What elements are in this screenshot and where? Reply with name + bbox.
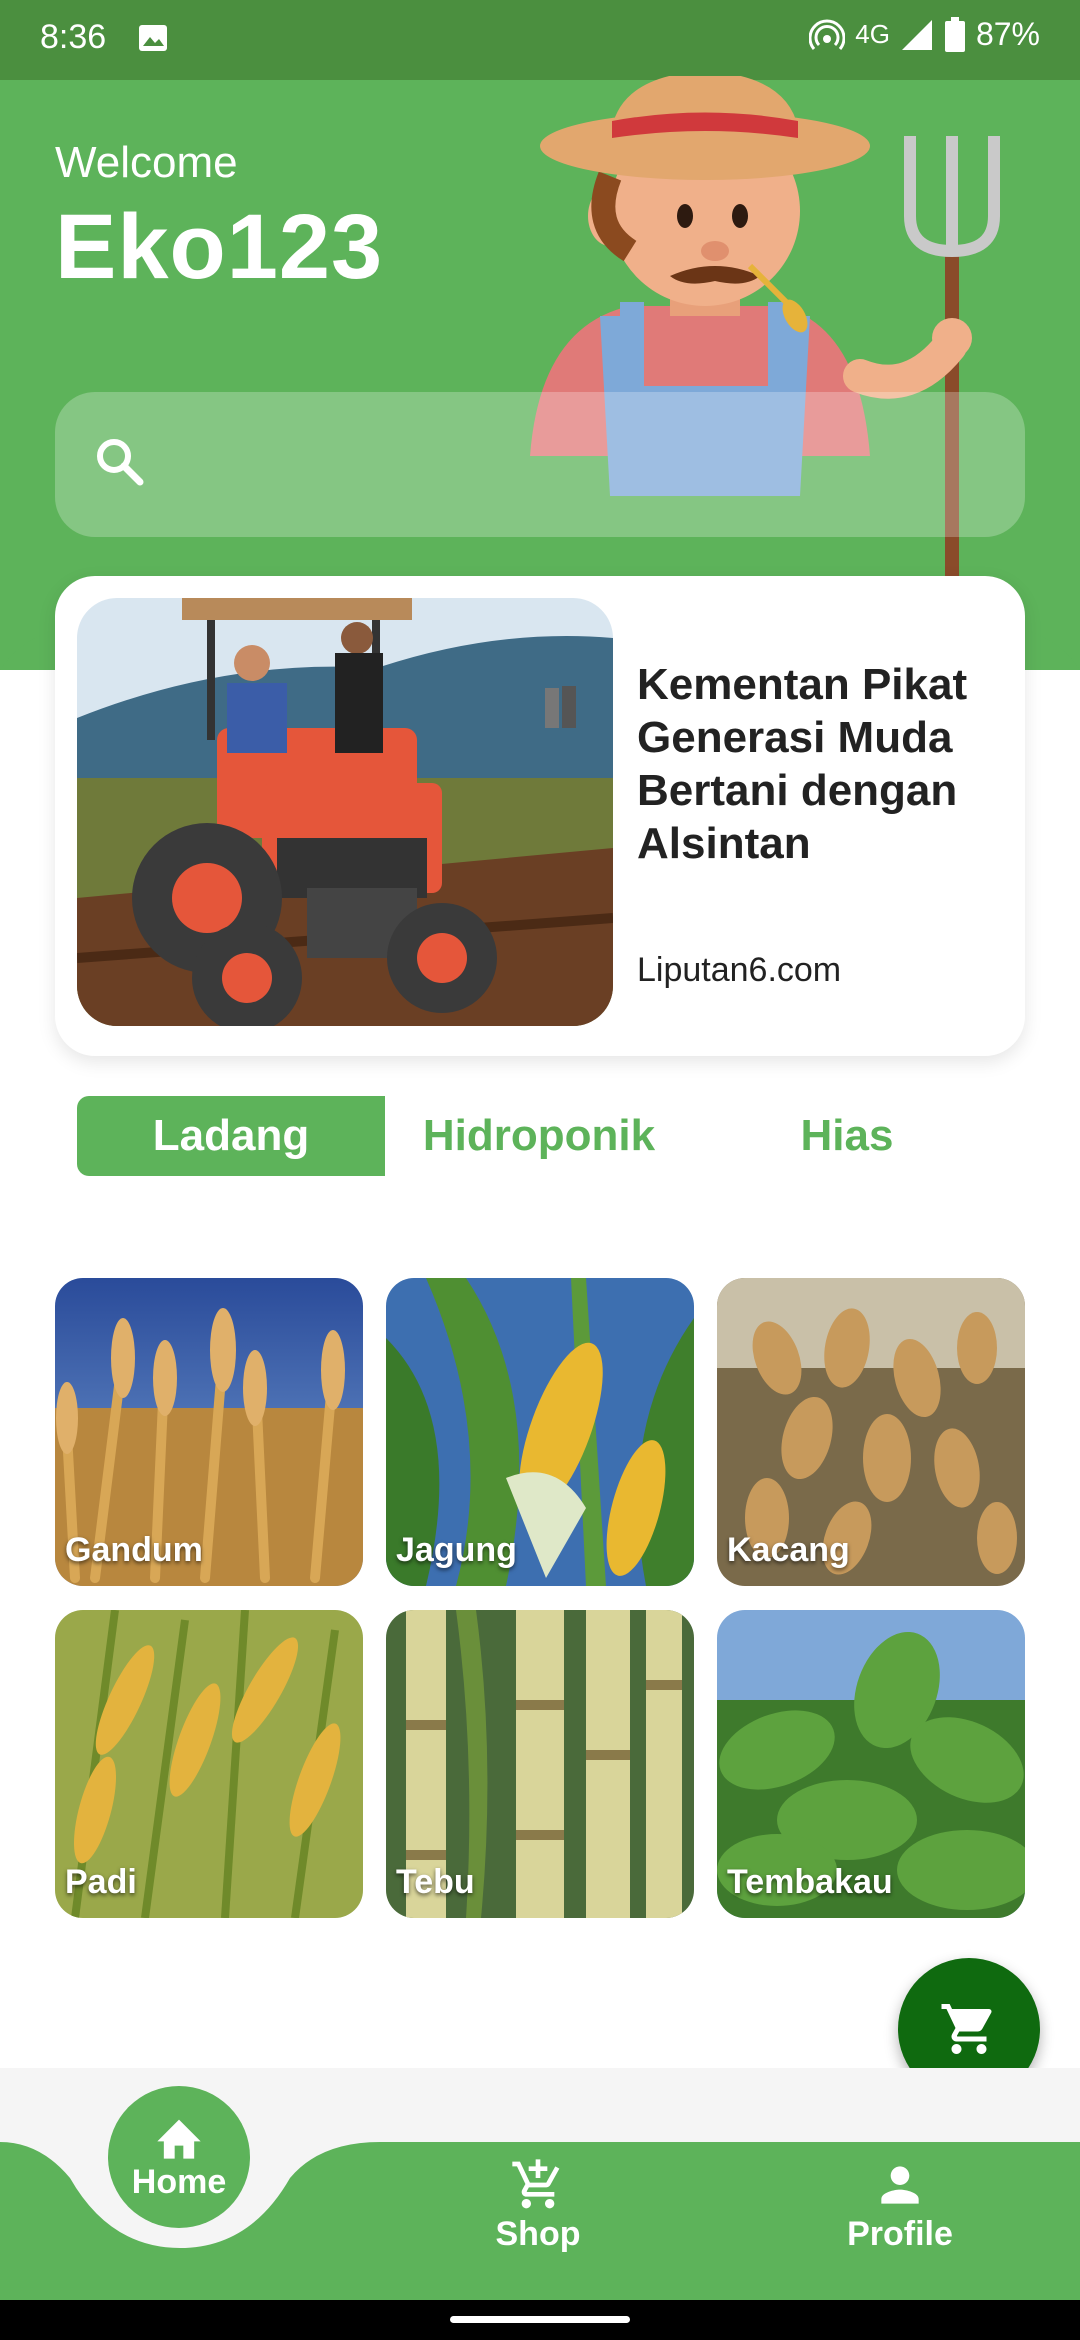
news-source: Liputan6.com [637, 951, 842, 989]
status-icons: 4G 87% [809, 16, 1040, 53]
status-bar: 8:36 4G 87% [0, 0, 1080, 80]
home-icon [157, 2119, 201, 2159]
tab-ladang[interactable]: Ladang [77, 1096, 385, 1176]
crop-card-jagung[interactable]: Jagung [386, 1278, 694, 1586]
nav-shop-label: Shop [495, 2214, 581, 2253]
search-input[interactable] [165, 392, 995, 537]
crop-label: Gandum [65, 1531, 203, 1569]
nav-profile[interactable]: Profile [800, 2150, 1000, 2260]
person-icon [881, 2165, 919, 2204]
crop-label: Padi [65, 1863, 137, 1901]
crop-label: Tebu [396, 1863, 475, 1901]
nav-shop[interactable]: Shop [438, 2150, 638, 2260]
battery-icon [944, 16, 965, 52]
tab-hidroponik[interactable]: Hidroponik [385, 1096, 693, 1176]
news-card[interactable]: Kementan Pikat Generasi Muda Bertani den… [55, 576, 1025, 1056]
crop-card-gandum[interactable]: Gandum [55, 1278, 363, 1586]
crop-card-padi[interactable]: Padi [55, 1610, 363, 1918]
search-icon [97, 439, 144, 486]
news-image [77, 598, 613, 1026]
crop-card-tebu[interactable]: Tebu [386, 1610, 694, 1918]
status-time: 8:36 [40, 18, 107, 56]
crop-card-tembakau[interactable]: Tembakau [717, 1610, 1025, 1918]
signal-icon [901, 19, 932, 50]
search-bar[interactable] [55, 392, 1025, 537]
username: Eko123 [55, 196, 384, 298]
battery-percent: 87% [975, 16, 1040, 52]
welcome-label: Welcome [55, 138, 238, 187]
crop-label: Kacang [727, 1531, 850, 1569]
image-notification-icon [139, 25, 167, 51]
hotspot-icon [809, 19, 846, 50]
cart-add-icon [512, 2158, 560, 2208]
tab-hias[interactable]: Hias [693, 1096, 1001, 1176]
crop-label: Jagung [396, 1531, 517, 1569]
gesture-handle[interactable] [450, 2316, 630, 2323]
crop-label: Tembakau [727, 1863, 893, 1901]
cart-icon [941, 2004, 992, 2054]
category-tabs: Ladang Hidroponik Hias [77, 1096, 1007, 1176]
news-title: Kementan Pikat Generasi Muda Bertani den… [637, 660, 968, 868]
nav-home[interactable]: Home [108, 2086, 250, 2228]
nav-home-label: Home [131, 2162, 227, 2201]
network-type: 4G [855, 19, 890, 49]
nav-profile-label: Profile [847, 2214, 953, 2253]
crop-card-kacang[interactable]: Kacang [717, 1278, 1025, 1586]
